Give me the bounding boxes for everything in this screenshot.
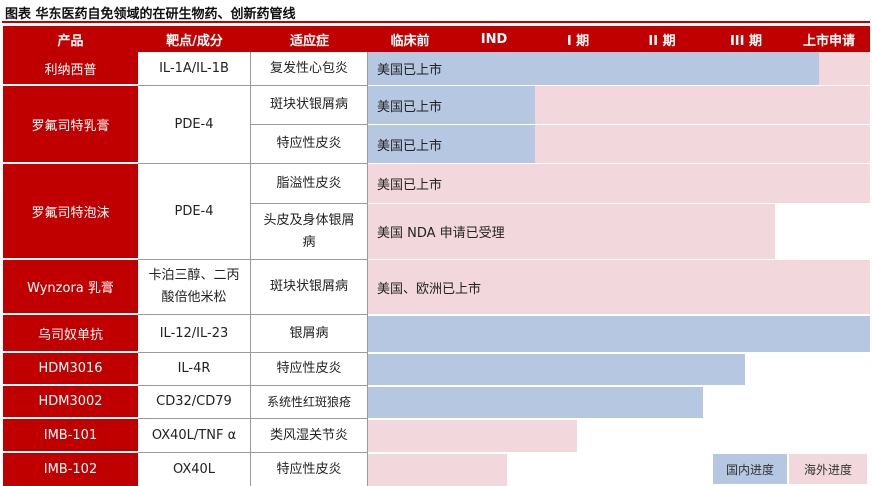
legend-domestic: 国内进度: [713, 454, 787, 484]
indication-cell: 特应性皮炎: [251, 125, 368, 164]
indication-cell: 斑块状银屑病: [251, 260, 368, 315]
product-roflumilast-cream: 罗氟司特乳膏: [3, 86, 138, 164]
target-cell: IL-12/IL-23: [138, 315, 251, 353]
overseas-progress-bar: [819, 52, 870, 85]
product-wynzora: Wynzora 乳膏: [3, 260, 138, 315]
product-hdm3002: HDM3002: [3, 386, 138, 419]
overseas-progress-bar: 美国、欧洲已上市: [368, 260, 870, 314]
target-cell: IL-4R: [138, 353, 251, 386]
indication-cell: 特应性皮炎: [251, 353, 368, 386]
target-cell: CD32/CD79: [138, 386, 251, 419]
target-cell: OX40L: [138, 453, 251, 486]
overseas-progress-bar: [368, 454, 507, 486]
indication-cell: 脂溢性皮炎: [251, 164, 368, 204]
domestic-progress-bar: 美国已上市: [368, 86, 535, 124]
product-roflumilast-foam: 罗氟司特泡沫: [3, 164, 138, 260]
target-cell: OX40L/TNF α: [138, 419, 251, 453]
caption-rule: [2, 21, 870, 23]
domestic-progress-bar: [368, 316, 870, 352]
header-indication: 适应症: [251, 26, 368, 52]
target-cell: 卡泊三醇、二丙酸倍他米松: [138, 260, 251, 315]
header-preclinical: 临床前: [368, 26, 452, 52]
product-imb101: IMB-101: [3, 419, 138, 453]
overseas-progress-bar: [368, 420, 577, 452]
indication-cell: 复发性心包炎: [251, 52, 368, 86]
product-ustekinumab: 乌司奴单抗: [3, 315, 138, 353]
indication-cell: 特应性皮炎: [251, 453, 368, 486]
target-cell: PDE-4: [138, 86, 251, 164]
overseas-progress-bar: 美国已上市: [368, 164, 870, 203]
indication-cell: 头皮及身体银屑病: [251, 204, 368, 260]
product-imb102: IMB-102: [3, 453, 138, 486]
indication-cell: 系统性红斑狼疮: [251, 386, 368, 419]
header-phase2: II 期: [620, 26, 704, 52]
header-target: 靶点/成分: [138, 26, 251, 52]
domestic-progress-bar: 美国已上市: [368, 52, 819, 85]
figure-caption: 图表 华东医药自免领域的在研生物药、创新药管线: [5, 7, 296, 22]
overseas-progress-bar: [535, 125, 870, 163]
target-cell: PDE-4: [138, 164, 251, 260]
indication-cell: 类风湿关节炎: [251, 419, 368, 453]
overseas-progress-bar: 美国 NDA 申请已受理: [368, 204, 775, 259]
overseas-progress-bar: [535, 86, 870, 124]
header-phase1: I 期: [536, 26, 620, 52]
header-phase3: III 期: [704, 26, 788, 52]
indication-cell: 斑块状银屑病: [251, 86, 368, 125]
product-rilonacept: 利纳西普: [3, 52, 138, 86]
legend-overseas: 海外进度: [789, 454, 867, 484]
header-nda: 上市申请: [788, 26, 870, 52]
header-product: 产品: [3, 26, 138, 52]
indication-cell: 银屑病: [251, 315, 368, 353]
domestic-progress-bar: 美国已上市: [368, 125, 535, 163]
domestic-progress-bar: [368, 387, 703, 418]
target-cell: IL-1A/IL-1B: [138, 52, 251, 86]
header-ind: IND: [452, 26, 536, 52]
domestic-progress-bar: [368, 354, 745, 385]
product-hdm3016: HDM3016: [3, 353, 138, 386]
